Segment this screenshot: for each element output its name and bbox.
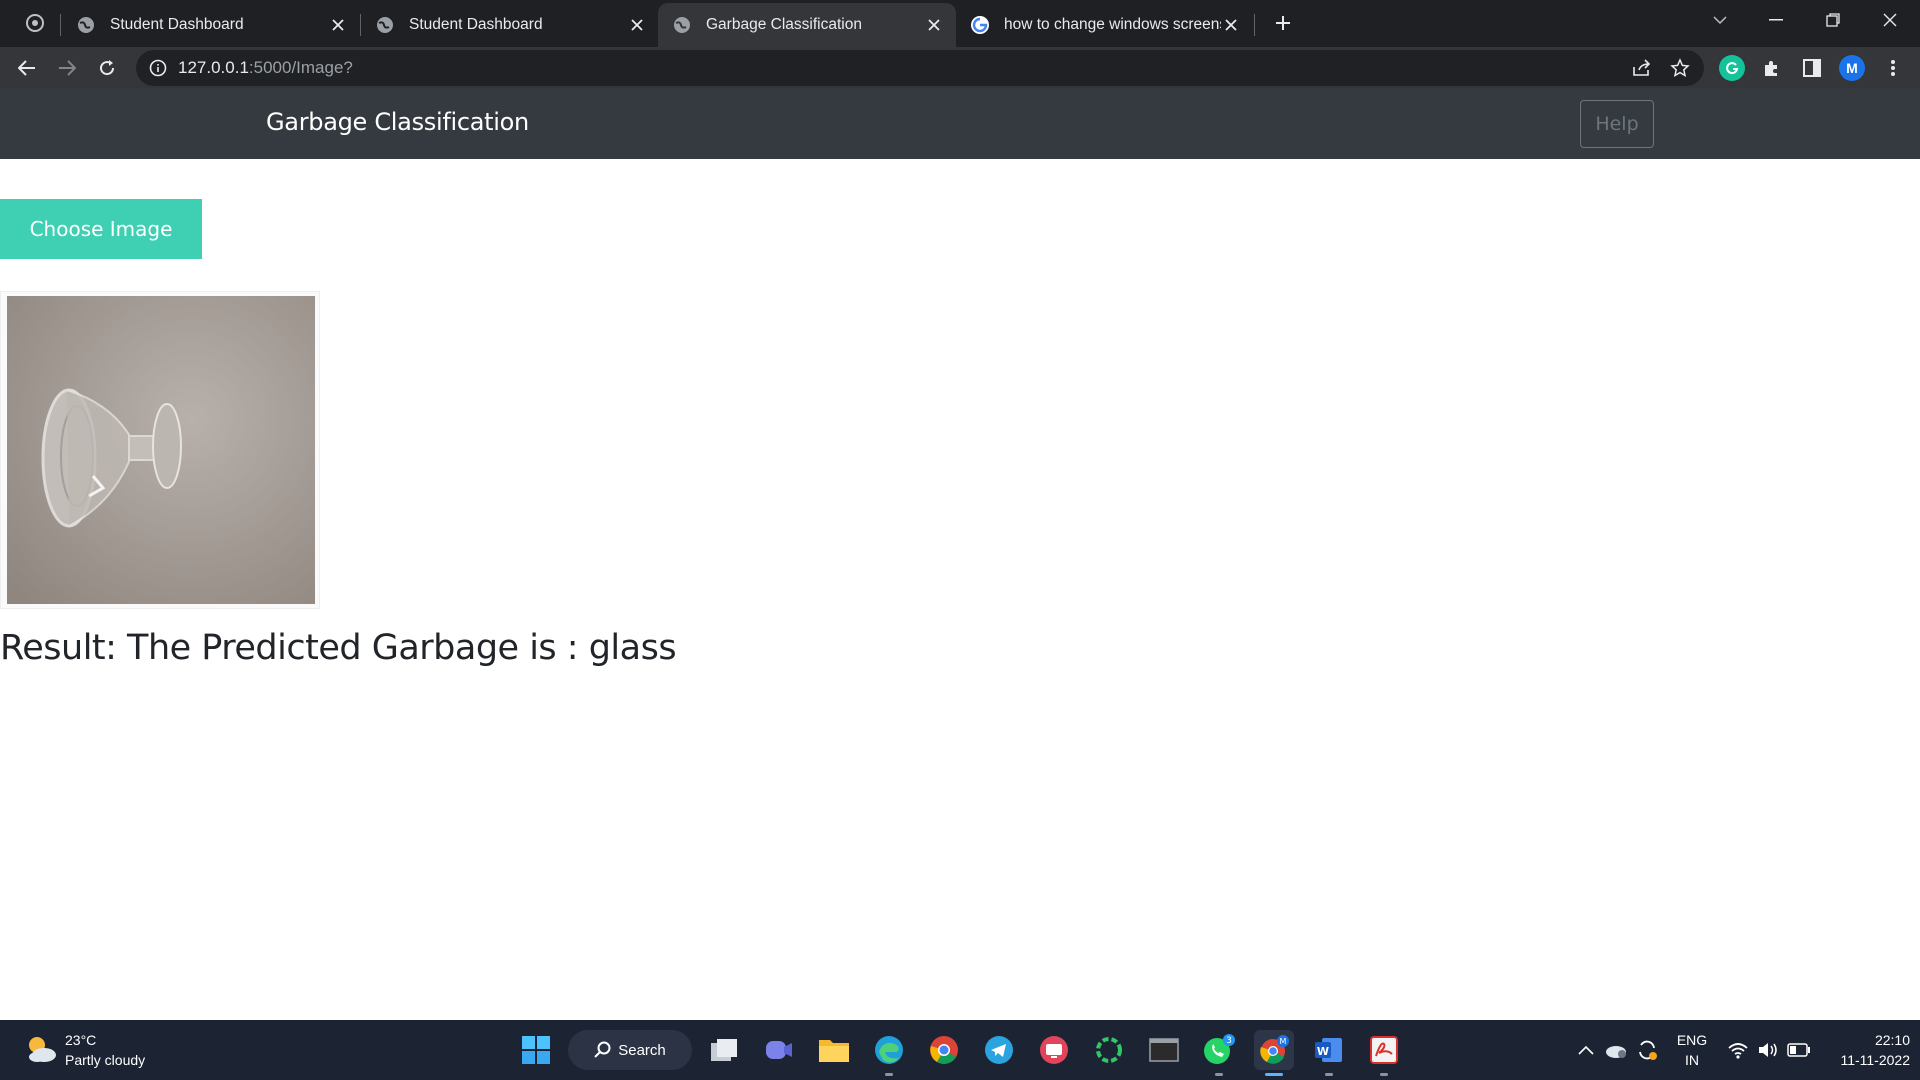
close-tab-icon[interactable] bbox=[328, 15, 348, 35]
tab-title: how to change windows screens bbox=[1004, 15, 1221, 33]
uploaded-glass-image bbox=[7, 296, 315, 604]
close-tab-icon[interactable] bbox=[924, 15, 944, 35]
clock-date[interactable]: 11-11-2022 bbox=[1820, 1052, 1910, 1068]
pdf-reader-icon[interactable] bbox=[1364, 1030, 1404, 1070]
terminal-icon[interactable] bbox=[1144, 1030, 1184, 1070]
weather-condition[interactable]: Partly cloudy bbox=[65, 1052, 145, 1068]
remote-desktop-icon[interactable] bbox=[1034, 1030, 1074, 1070]
globe-icon bbox=[78, 16, 94, 33]
close-tab-icon[interactable] bbox=[1221, 15, 1241, 35]
word-icon[interactable]: W bbox=[1309, 1030, 1349, 1070]
search-icon bbox=[594, 1041, 611, 1058]
choose-image-button[interactable]: Choose Image bbox=[0, 199, 202, 259]
running-indicator bbox=[1215, 1073, 1223, 1076]
loader-app-icon[interactable] bbox=[1089, 1030, 1129, 1070]
reload-icon[interactable] bbox=[92, 53, 122, 83]
clock-time[interactable]: 22:10 bbox=[1820, 1032, 1910, 1048]
url-path: :5000/Image? bbox=[248, 58, 353, 77]
new-tab-icon[interactable] bbox=[1268, 8, 1298, 38]
language-region[interactable]: IN bbox=[1670, 1052, 1714, 1068]
globe-icon bbox=[377, 16, 393, 33]
windows-start-icon[interactable] bbox=[516, 1030, 556, 1070]
browser-toolbar: 127.0.0.1:5000/Image? M bbox=[0, 47, 1920, 88]
minimize-icon[interactable] bbox=[1748, 0, 1804, 40]
running-indicator bbox=[1325, 1073, 1333, 1076]
partly-cloudy-icon[interactable] bbox=[24, 1034, 58, 1064]
app-title[interactable]: Garbage Classification bbox=[266, 108, 529, 136]
tab-list-chevron-icon[interactable] bbox=[1692, 0, 1748, 40]
tab-google-search[interactable]: how to change windows screens bbox=[956, 4, 1253, 45]
profile-avatar[interactable]: M bbox=[1839, 55, 1865, 81]
tab-title: Student Dashboard bbox=[110, 15, 244, 33]
running-indicator-active bbox=[1265, 1073, 1283, 1076]
svg-text:W: W bbox=[1317, 1045, 1329, 1058]
tab-separator bbox=[1254, 14, 1255, 36]
navbar: Garbage Classification Help bbox=[0, 88, 1920, 159]
volume-icon[interactable] bbox=[1752, 1030, 1784, 1070]
running-indicator bbox=[1380, 1073, 1388, 1076]
tab-student-dashboard-2[interactable]: Student Dashboard bbox=[361, 4, 659, 45]
url-host: 127.0.0.1 bbox=[178, 58, 249, 77]
tab-title: Student Dashboard bbox=[409, 15, 543, 33]
help-button[interactable]: Help bbox=[1580, 100, 1654, 148]
url-text[interactable]: 127.0.0.1:5000/Image? bbox=[178, 58, 353, 78]
chrome-profile-icon[interactable]: M bbox=[1254, 1030, 1294, 1070]
restore-icon[interactable] bbox=[1805, 0, 1861, 40]
chrome-icon[interactable] bbox=[924, 1030, 964, 1070]
weather-temperature[interactable]: 23°C bbox=[65, 1032, 96, 1048]
close-window-icon[interactable] bbox=[1862, 0, 1918, 40]
taskbar-search-button[interactable]: Search bbox=[568, 1030, 692, 1070]
windows-taskbar: 23°C Partly cloudy Search 3 M W ENG IN 2… bbox=[0, 1020, 1920, 1080]
tab-separator bbox=[60, 14, 61, 36]
search-label: Search bbox=[618, 1041, 666, 1059]
side-panel-icon[interactable] bbox=[1799, 55, 1825, 81]
tab-student-dashboard-1[interactable]: Student Dashboard bbox=[62, 4, 360, 45]
bookmark-star-icon[interactable] bbox=[1669, 57, 1691, 79]
telegram-icon[interactable] bbox=[979, 1030, 1019, 1070]
edge-browser-icon[interactable] bbox=[869, 1030, 909, 1070]
running-indicator bbox=[885, 1073, 893, 1076]
forward-arrow-icon[interactable] bbox=[52, 53, 82, 83]
menu-kebab-icon[interactable] bbox=[1880, 55, 1906, 81]
tab-title: Garbage Classification bbox=[706, 16, 862, 33]
language-code[interactable]: ENG bbox=[1670, 1032, 1714, 1048]
google-icon bbox=[971, 15, 989, 34]
wifi-icon[interactable] bbox=[1722, 1030, 1754, 1070]
address-bar[interactable]: 127.0.0.1:5000/Image? bbox=[136, 50, 1704, 86]
onedrive-cloud-icon[interactable] bbox=[1599, 1030, 1633, 1070]
browser-tab-strip: Student Dashboard Student Dashboard Garb… bbox=[0, 0, 1920, 47]
globe-icon bbox=[674, 17, 690, 33]
sync-icon[interactable] bbox=[1630, 1030, 1664, 1070]
tab-search-icon[interactable] bbox=[22, 10, 48, 36]
chrome-profile-badge: M bbox=[1280, 1037, 1287, 1046]
grammarly-extension-icon[interactable] bbox=[1719, 55, 1745, 81]
site-info-icon[interactable] bbox=[148, 58, 168, 78]
back-arrow-icon[interactable] bbox=[12, 53, 42, 83]
image-preview-frame bbox=[0, 291, 320, 609]
battery-icon[interactable] bbox=[1782, 1030, 1816, 1070]
close-tab-icon[interactable] bbox=[627, 15, 647, 35]
prediction-result: Result: The Predicted Garbage is : glass bbox=[0, 628, 677, 668]
whatsapp-badge: 3 bbox=[1226, 1036, 1232, 1046]
whatsapp-icon[interactable]: 3 bbox=[1199, 1030, 1239, 1070]
tab-garbage-classification[interactable]: Garbage Classification bbox=[658, 3, 956, 47]
extensions-puzzle-icon[interactable] bbox=[1759, 55, 1785, 81]
file-explorer-icon[interactable] bbox=[814, 1030, 854, 1070]
task-view-icon[interactable] bbox=[704, 1030, 744, 1070]
share-icon[interactable] bbox=[1631, 57, 1653, 79]
teams-chat-icon[interactable] bbox=[759, 1030, 799, 1070]
